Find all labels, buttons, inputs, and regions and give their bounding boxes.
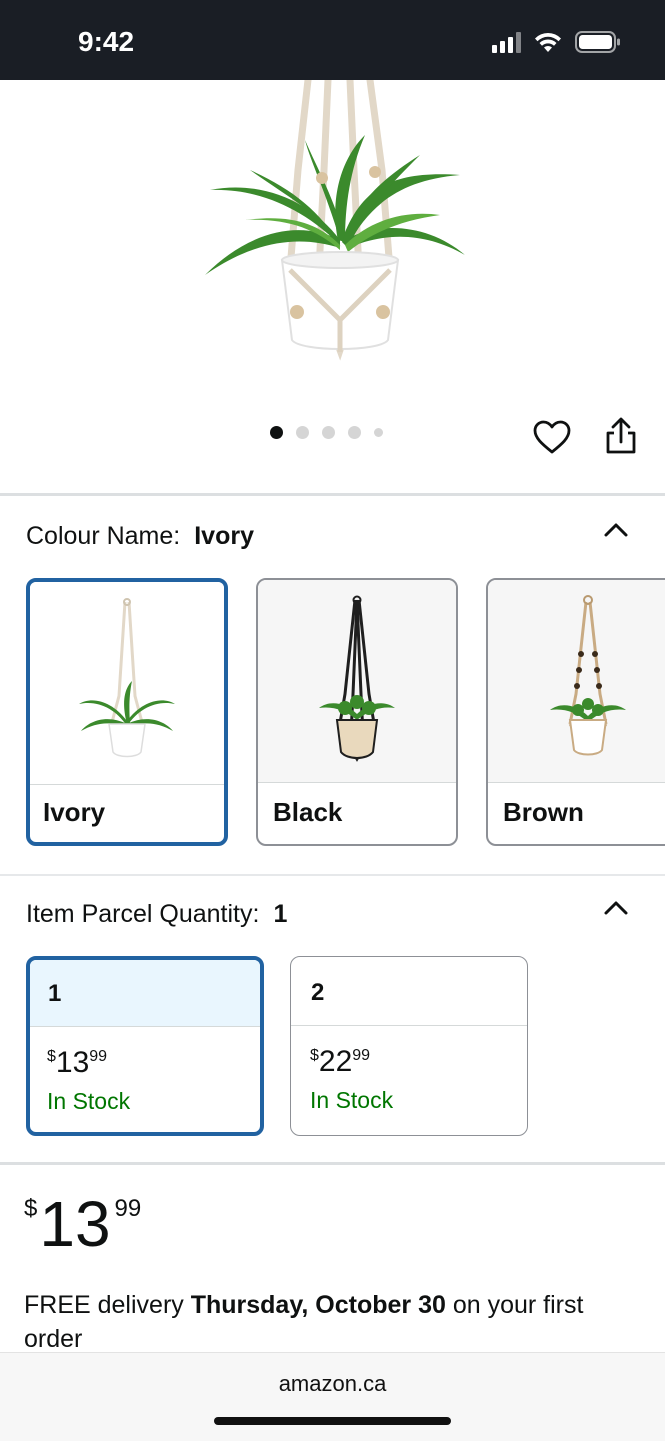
swatch-label: Brown: [503, 797, 584, 827]
status-time: 9:42: [78, 26, 135, 57]
price-dollars: 13: [39, 1188, 111, 1260]
delivery-info: FREE delivery Thursday, October 30 on yo…: [24, 1288, 644, 1356]
price-cents: 99: [352, 1047, 371, 1064]
brown-planter-thumbnail: [550, 595, 626, 756]
section-divider: [0, 1162, 665, 1165]
quantity-option-header: 1: [30, 960, 260, 1027]
price-dollars: 13: [55, 1046, 90, 1079]
product-image[interactable]: [190, 80, 480, 370]
price-cents: 99: [89, 1048, 108, 1065]
pager-dot[interactable]: [374, 428, 383, 437]
price-currency: $: [47, 1048, 56, 1065]
quantity-label: Item Parcel Quantity: 1: [26, 900, 287, 929]
swatch-label: Black: [273, 797, 343, 827]
quantity-selected-value: 1: [273, 900, 288, 928]
quantity-option-value: 2: [311, 979, 325, 1006]
colour-label-text: Colour Name:: [26, 522, 181, 550]
pager-dot[interactable]: [348, 426, 361, 439]
cellular-signal-icon: [492, 31, 521, 53]
quantity-option-1[interactable]: 1 $1399 In Stock: [26, 956, 264, 1136]
section-divider: [0, 874, 665, 876]
colour-option-brown[interactable]: Brown: [486, 578, 665, 846]
quantity-label-text: Item Parcel Quantity:: [26, 900, 260, 928]
pager-dot[interactable]: [296, 426, 309, 439]
product-hero: [0, 80, 665, 495]
quantity-option-value: 1: [48, 980, 62, 1007]
price-cents: 99: [114, 1195, 142, 1222]
delivery-prefix: FREE delivery: [24, 1291, 191, 1319]
price-currency: $: [24, 1195, 38, 1222]
chevron-up-icon[interactable]: [603, 520, 629, 538]
browser-address-bar[interactable]: amazon.ca: [0, 1352, 665, 1441]
status-bar: 9:42: [0, 0, 665, 80]
wifi-icon: [533, 30, 563, 54]
price-currency: $: [310, 1047, 319, 1064]
quantity-option-price: $1399: [47, 1046, 107, 1080]
quantity-option-header: 2: [291, 957, 527, 1026]
swatch-label: Ivory: [43, 797, 106, 827]
delivery-date: Thursday, October 30: [190, 1291, 446, 1319]
colour-option-black[interactable]: Black: [256, 578, 458, 846]
black-planter-thumbnail: [319, 595, 395, 762]
ivory-planter-thumbnail: [79, 598, 175, 758]
stock-status: In Stock: [47, 1088, 131, 1114]
battery-icon: [575, 30, 621, 54]
price-dollars: 22: [318, 1045, 353, 1078]
pager-dot[interactable]: [270, 426, 283, 439]
product-price: $13 99: [24, 1192, 141, 1256]
wishlist-heart-icon[interactable]: [532, 418, 572, 458]
chevron-up-icon[interactable]: [603, 898, 629, 916]
share-icon[interactable]: [602, 416, 640, 456]
pager-dot[interactable]: [322, 426, 335, 439]
colour-selected-value: Ivory: [194, 522, 254, 550]
image-pager[interactable]: [270, 426, 383, 439]
stock-status: In Stock: [310, 1087, 394, 1113]
quantity-option-2[interactable]: 2 $2299 In Stock: [290, 956, 528, 1136]
quantity-option-price: $2299: [310, 1045, 370, 1079]
url-text[interactable]: amazon.ca: [0, 1371, 665, 1397]
section-divider: [0, 493, 665, 496]
colour-label: Colour Name: Ivory: [26, 522, 254, 551]
home-indicator[interactable]: [214, 1417, 451, 1425]
status-icons: [492, 30, 621, 54]
colour-option-ivory[interactable]: Ivory: [26, 578, 228, 846]
